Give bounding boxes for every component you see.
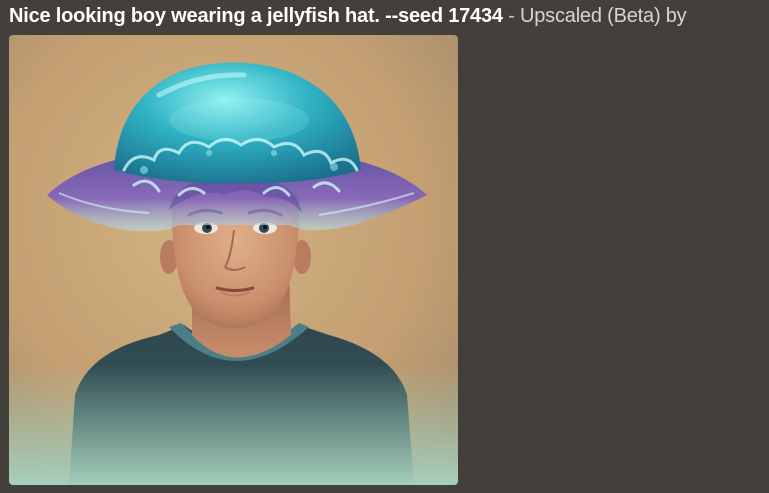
jellyfish-hat-portrait bbox=[9, 35, 458, 485]
chat-message: Nice looking boy wearing a jellyfish hat… bbox=[0, 0, 769, 493]
image-attachment[interactable] bbox=[9, 35, 458, 485]
prompt-text: Nice looking boy wearing a jellyfish hat… bbox=[9, 5, 503, 27]
separator: - bbox=[502, 5, 520, 27]
message-header: Nice looking boy wearing a jellyfish hat… bbox=[9, 2, 687, 30]
status-text: Upscaled (Beta) by bbox=[520, 5, 687, 27]
